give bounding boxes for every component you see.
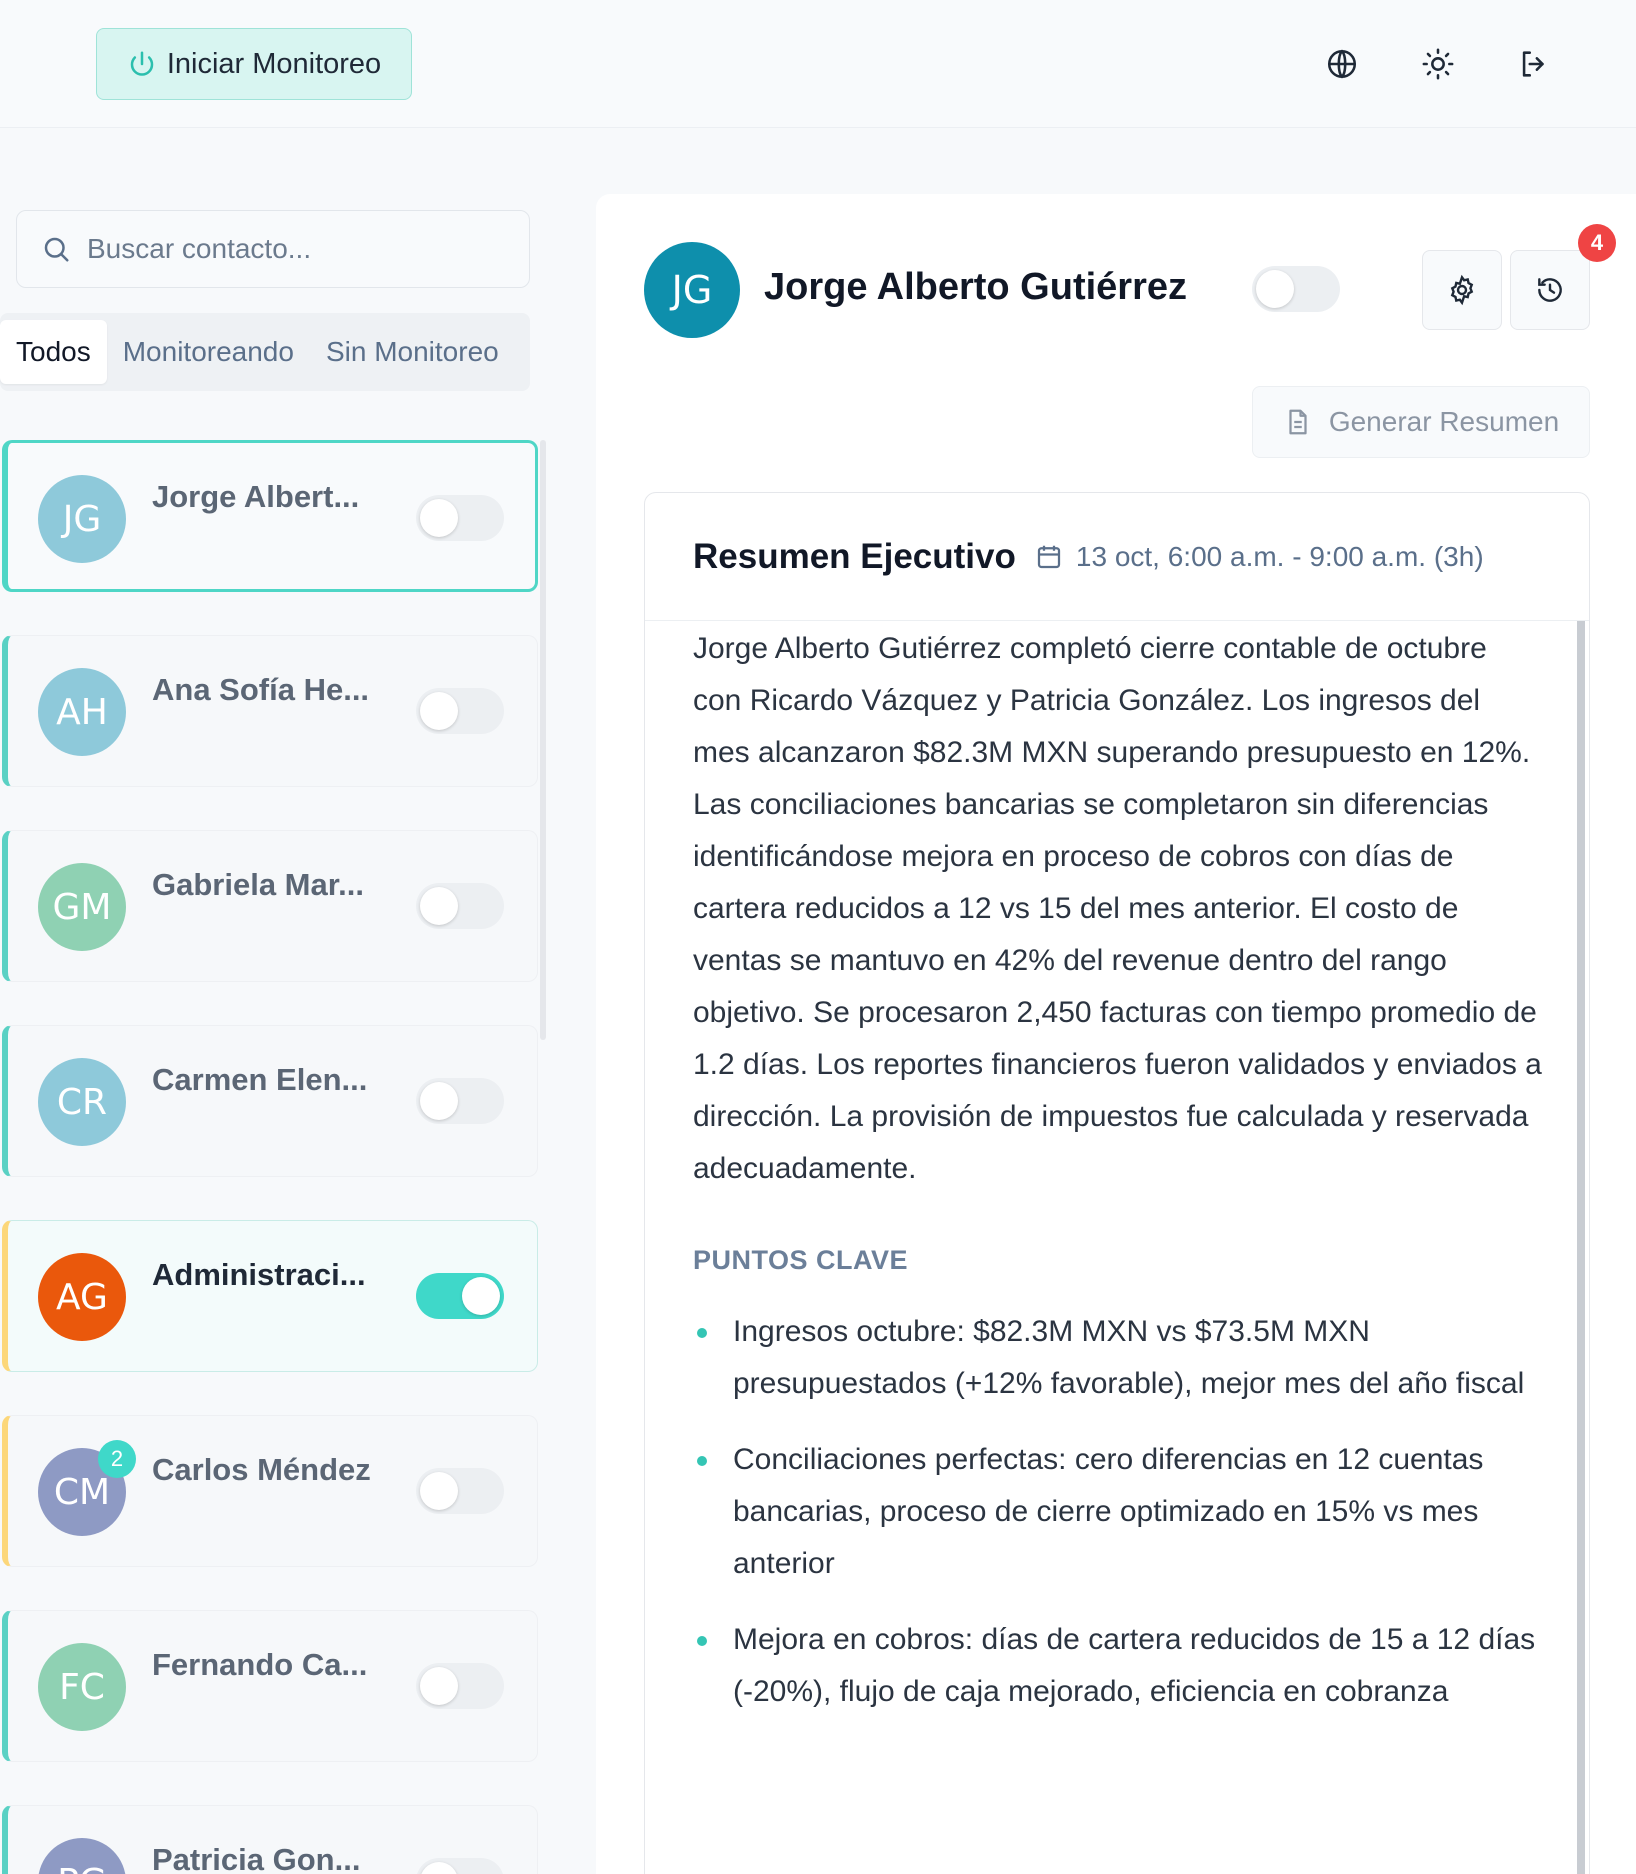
avatar: JG: [38, 475, 126, 563]
executive-summary-card: Resumen Ejecutivo 13 oct, 6:00 a.m. - 9:…: [644, 492, 1590, 1874]
avatar: AG: [38, 1253, 126, 1341]
contact-title: Jorge Alberto Gutiérrez: [764, 266, 1188, 308]
toggle-knob: [420, 692, 458, 730]
avatar: GM: [38, 863, 126, 951]
contact-card[interactable]: CR Carmen Elen...: [2, 1025, 538, 1177]
filter-tabs: Todos Monitoreando Sin Monitoreo: [0, 313, 530, 391]
contact-name: Patricia Gon...: [152, 1842, 361, 1874]
logout-icon: [1522, 51, 1544, 77]
settings-button[interactable]: [1422, 250, 1502, 330]
contact-list: JG Jorge Albert... AH Ana Sofía He... GM…: [0, 440, 560, 1874]
document-icon: [1289, 409, 1307, 435]
detail-monitor-toggle[interactable]: [1252, 266, 1340, 312]
toggle-knob: [462, 1277, 500, 1315]
avatar: FC: [38, 1643, 126, 1731]
search-input[interactable]: [87, 233, 487, 265]
toggle-knob: [420, 499, 458, 537]
monitor-toggle[interactable]: [416, 1858, 504, 1874]
contact-card[interactable]: AH Ana Sofía He...: [2, 635, 538, 787]
avatar: AH: [38, 668, 126, 756]
key-points-title: PUNTOS CLAVE: [693, 1245, 909, 1275]
generate-summary-button[interactable]: Generar Resumen: [1252, 386, 1590, 458]
monitor-toggle[interactable]: [416, 1468, 504, 1514]
summary-date-text: 13 oct, 6:00 a.m. - 9:00 a.m. (3h): [1075, 540, 1484, 572]
power-icon: [130, 51, 154, 76]
generate-summary-label: Generar Resumen: [1328, 406, 1560, 437]
group-card[interactable]: CM 2 Carlos Méndez: [2, 1415, 538, 1567]
monitor-toggle[interactable]: [416, 1078, 504, 1124]
group-card[interactable]: AG Administraci...: [2, 1220, 538, 1372]
monitor-toggle[interactable]: [416, 883, 504, 929]
history-button[interactable]: [1510, 250, 1590, 330]
contact-name: Ana Sofía He...: [152, 672, 370, 707]
contact-card[interactable]: FC Fernando Ca...: [2, 1610, 538, 1762]
toggle-knob: [1256, 270, 1294, 308]
avatar: JG: [644, 242, 740, 338]
summary-date-range: 13 oct, 6:00 a.m. - 9:00 a.m. (3h): [1034, 541, 1484, 573]
contact-detail-panel: JG Jorge Alberto Gutiérrez 4 Generar Res…: [596, 194, 1636, 1874]
contact-name: Gabriela Mar...: [152, 867, 364, 902]
contact-name: Carlos Méndez: [152, 1452, 371, 1487]
avatar: PG: [38, 1838, 126, 1874]
contact-card[interactable]: JG Jorge Albert...: [2, 440, 538, 592]
search-icon: [44, 237, 69, 262]
start-monitoring-button[interactable]: Iniciar Monitoreo: [96, 28, 412, 100]
key-point-item: Ingresos octubre: $82.3M MXN vs $73.5M M…: [693, 1306, 1543, 1410]
toggle-knob: [420, 1667, 458, 1705]
unread-badge: 2: [98, 1440, 136, 1478]
contact-name: Fernando Ca...: [152, 1647, 368, 1682]
summary-title: Resumen Ejecutivo: [693, 536, 1016, 576]
key-point-item: Mejora en cobros: días de cartera reduci…: [693, 1614, 1543, 1718]
theme-toggle-button[interactable]: [1414, 40, 1462, 88]
toggle-knob: [420, 1472, 458, 1510]
summary-header: Resumen Ejecutivo 13 oct, 6:00 a.m. - 9:…: [645, 493, 1589, 621]
key-point-item: Conciliaciones perfectas: cero diferenci…: [693, 1434, 1543, 1590]
gear-icon: [1450, 274, 1474, 306]
notification-badge: 4: [1578, 224, 1616, 262]
start-monitoring-label: Iniciar Monitoreo: [166, 47, 382, 80]
tab-all[interactable]: Todos: [0, 320, 107, 384]
contact-card[interactable]: PG Patricia Gon...: [2, 1805, 538, 1874]
toggle-knob: [420, 1082, 458, 1120]
avatar: CR: [38, 1058, 126, 1146]
globe-icon: [1327, 49, 1357, 79]
language-button[interactable]: [1318, 40, 1366, 88]
summary-scrollbar[interactable]: [1577, 621, 1585, 1874]
contact-name: Jorge Albert...: [152, 479, 360, 514]
toggle-knob: [420, 887, 458, 925]
calendar-icon: [1037, 545, 1061, 568]
top-bar: Iniciar Monitoreo: [0, 0, 1636, 128]
tab-not-monitoring[interactable]: Sin Monitoreo: [310, 320, 515, 384]
logout-button[interactable]: [1510, 40, 1558, 88]
sun-icon: [1422, 48, 1454, 80]
contact-card[interactable]: GM Gabriela Mar...: [2, 830, 538, 982]
monitor-toggle[interactable]: [416, 1273, 504, 1319]
key-points-list: Ingresos octubre: $82.3M MXN vs $73.5M M…: [693, 1306, 1543, 1718]
contact-search[interactable]: [16, 210, 530, 288]
monitor-toggle[interactable]: [416, 1663, 504, 1709]
toggle-knob: [420, 1862, 458, 1874]
history-icon: [1538, 278, 1562, 302]
monitor-toggle[interactable]: [416, 688, 504, 734]
tab-monitoring[interactable]: Monitoreando: [107, 320, 310, 384]
monitor-toggle[interactable]: [416, 495, 504, 541]
summary-paragraph: Jorge Alberto Gutiérrez completó cierre …: [693, 632, 1542, 1185]
summary-body: Jorge Alberto Gutiérrez completó cierre …: [693, 621, 1543, 1742]
contact-name: Carmen Elen...: [152, 1062, 368, 1097]
contact-name: Administraci...: [152, 1257, 366, 1292]
